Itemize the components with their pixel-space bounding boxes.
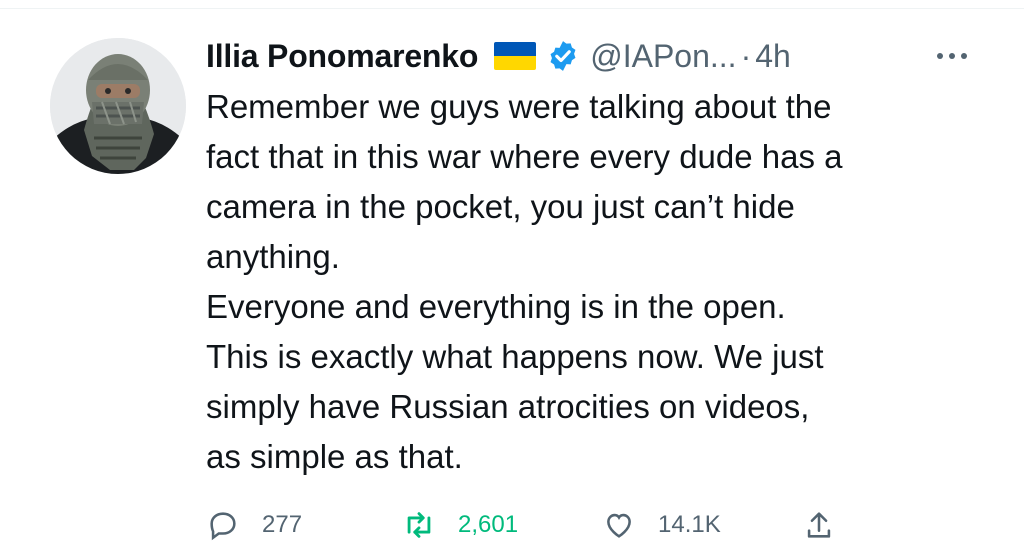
verified-badge-icon — [546, 39, 580, 73]
like-button[interactable]: 14.1K — [602, 508, 802, 542]
retweet-button[interactable]: 2,601 — [402, 508, 602, 542]
ukraine-flag-icon — [494, 42, 537, 70]
heart-icon — [607, 513, 631, 538]
share-button[interactable] — [802, 508, 862, 542]
tweet-text-line: This is exactly what happens now. We jus… — [206, 338, 824, 375]
tweet-text-line: camera in the pocket, you just can’t hid… — [206, 188, 795, 225]
tweet-content: Illia Ponomarenko @IAPon... · 4h Remembe… — [206, 32, 996, 482]
share-icon — [807, 512, 831, 538]
tweet-header: Illia Ponomarenko @IAPon... · 4h — [206, 32, 996, 80]
reply-count: 277 — [262, 511, 303, 538]
retweet-count: 2,601 — [458, 511, 519, 538]
tweet-text-line: fact that in this war where every dude h… — [206, 138, 843, 175]
tweet-text: Remember we guys were talking about the … — [206, 82, 986, 482]
reply-button[interactable]: 277 — [206, 508, 402, 542]
avatar-image — [50, 38, 186, 174]
tweet-timestamp[interactable]: 4h — [755, 38, 791, 75]
tweet-text-line: Everyone and everything is in the open. — [206, 288, 786, 325]
header-separator: · — [740, 37, 752, 74]
tweet[interactable]: Illia Ponomarenko @IAPon... · 4h Remembe… — [0, 0, 1024, 541]
author-name[interactable]: Illia Ponomarenko — [206, 38, 478, 75]
tweet-text-line: anything. — [206, 238, 340, 275]
avatar[interactable] — [50, 38, 186, 174]
more-options-icon[interactable] — [932, 46, 972, 66]
tweet-text-line: as simple as that. — [206, 438, 463, 475]
tweet-text-line: Remember we guys were talking about the — [206, 88, 832, 125]
reply-icon — [210, 512, 236, 541]
author-handle[interactable]: @IAPon... — [590, 38, 736, 75]
like-count: 14.1K — [658, 511, 721, 538]
retweet-icon — [407, 512, 431, 538]
tweet-actions: 277 2,601 14.1K — [206, 508, 926, 548]
tweet-text-line: simply have Russian atrocities on videos… — [206, 388, 810, 425]
